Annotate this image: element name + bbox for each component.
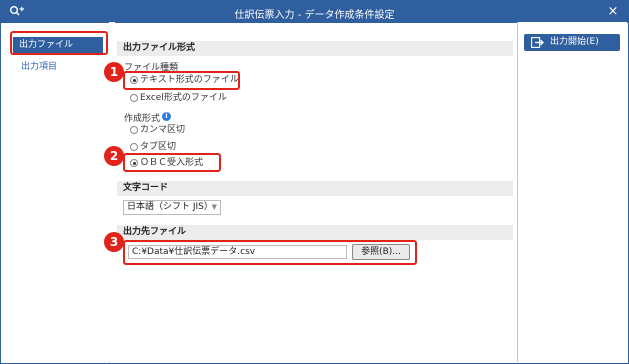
highlight-destination <box>123 240 417 265</box>
charcode-value: 日本語（シフト JIS） <box>127 202 213 212</box>
highlight-text-file <box>123 71 240 90</box>
chevron-down-icon: ▼ <box>211 203 217 211</box>
marker-3: 3 <box>104 232 124 252</box>
radio-excel-file-label: Excel形式のファイル <box>140 93 227 103</box>
export-icon <box>531 37 544 48</box>
radio-tab[interactable]: タブ区切 <box>128 140 176 154</box>
section-output-format: 出力ファイル形式 <box>117 41 513 56</box>
highlight-sidebar <box>10 31 108 55</box>
output-start-button[interactable]: 出力開始(E) <box>524 34 620 51</box>
highlight-obc <box>123 153 221 172</box>
radio-dot[interactable] <box>130 143 138 151</box>
output-start-label: 出力開始(E) <box>550 37 599 47</box>
marker-1: 1 <box>104 62 124 82</box>
sidebar: 出力ファイル 出力項目 <box>1 23 110 363</box>
title-bar: 仕訳伝票入力 - データ作成条件設定 × <box>1 1 628 23</box>
info-icon[interactable]: i <box>162 112 171 121</box>
section-destination: 出力先ファイル <box>117 225 513 240</box>
radio-dot[interactable] <box>130 94 138 102</box>
close-icon[interactable]: × <box>606 4 620 20</box>
radio-comma-label: カンマ区切 <box>140 125 186 135</box>
radio-excel-file[interactable]: Excel形式のファイル <box>128 91 227 105</box>
window-title: 仕訳伝票入力 - データ作成条件設定 <box>234 10 395 21</box>
radio-comma[interactable]: カンマ区切 <box>128 123 185 137</box>
radio-tab-label: タブ区切 <box>140 142 177 152</box>
marker-2: 2 <box>104 146 124 166</box>
sidebar-item-output-fields[interactable]: 出力項目 <box>15 59 105 75</box>
radio-dot[interactable] <box>130 126 138 134</box>
action-pane <box>517 22 627 362</box>
section-char-code: 文字コード <box>117 181 513 196</box>
charcode-select[interactable]: 日本語（シフト JIS） ▼ <box>123 200 221 215</box>
